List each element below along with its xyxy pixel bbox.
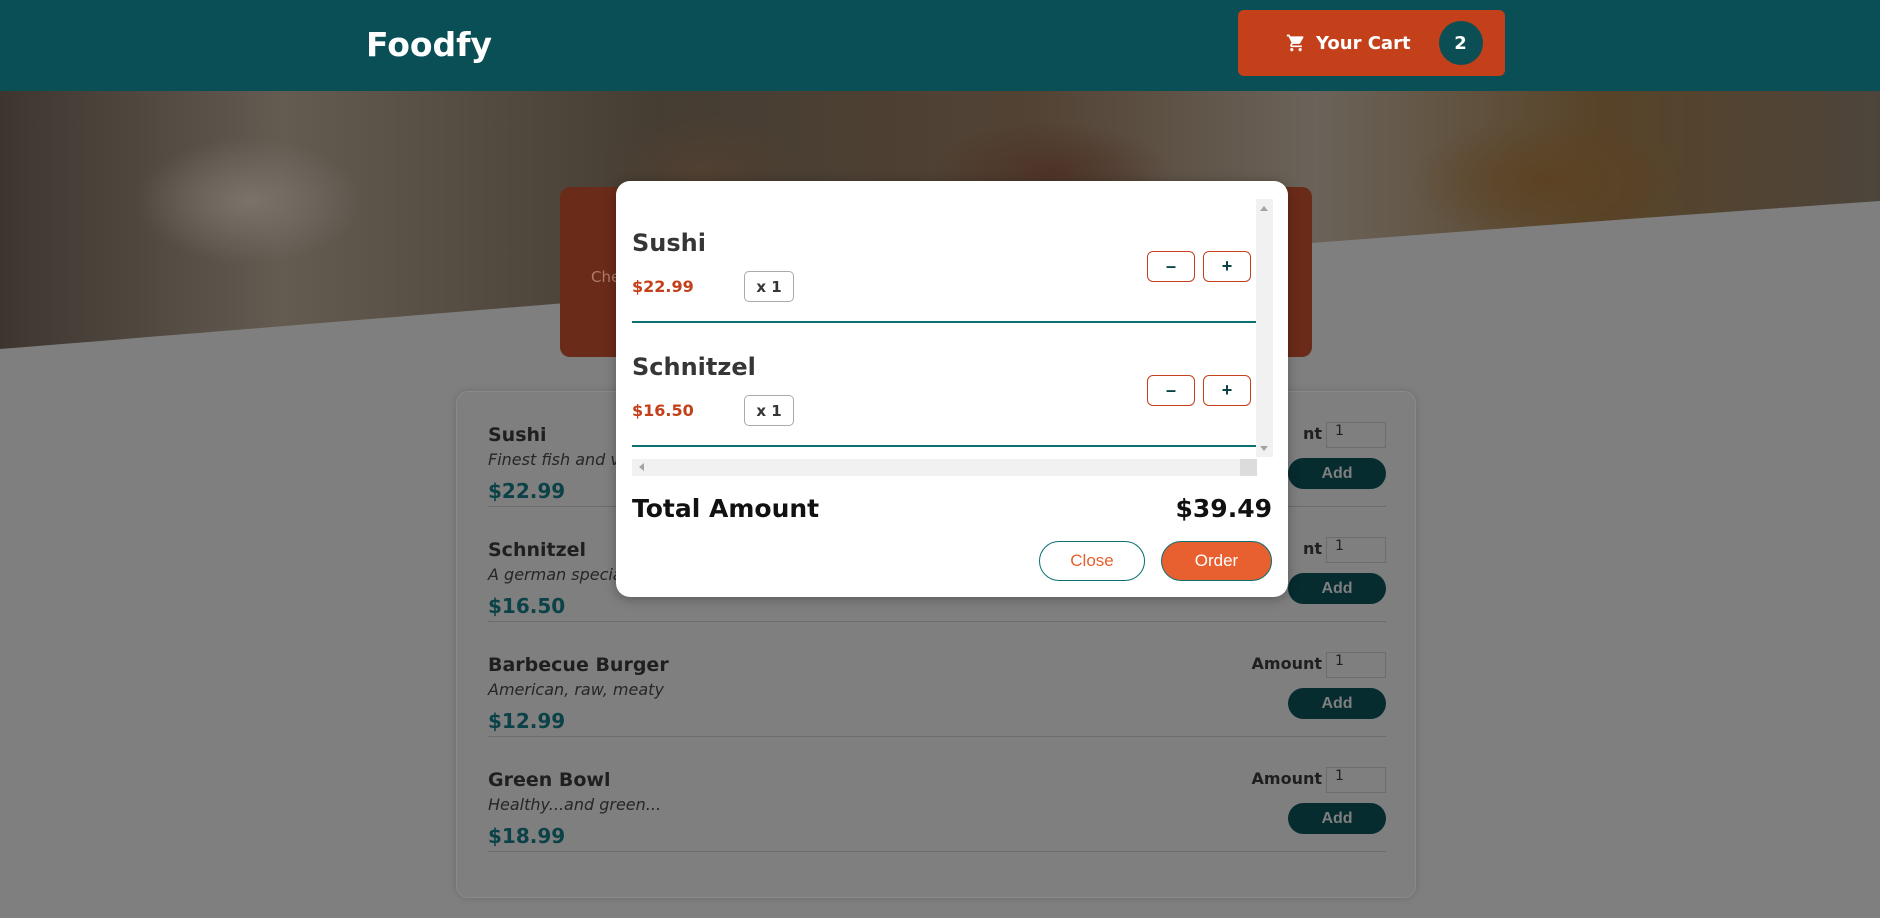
increase-quantity-button[interactable]: + xyxy=(1203,375,1251,406)
cart-item-quantity: x 1 xyxy=(744,271,794,302)
order-button[interactable]: Order xyxy=(1161,541,1272,581)
cart-item-price: $22.99 xyxy=(632,277,694,296)
meal-price: $18.99 xyxy=(488,824,566,848)
meal-name: Sushi xyxy=(488,424,547,446)
add-button[interactable]: Add xyxy=(1288,688,1386,719)
meal-description: A german specia xyxy=(488,565,623,584)
cart-items-list: Sushi $22.99 x 1 – + Schnitzel $16.50 x … xyxy=(632,199,1256,456)
add-button[interactable]: Add xyxy=(1288,803,1386,834)
cart-item-quantity: x 1 xyxy=(744,395,794,426)
app-header: Foodfy Your Cart 2 xyxy=(0,0,1880,91)
meal-price: $16.50 xyxy=(488,594,566,618)
amount-input[interactable]: 1 xyxy=(1326,422,1386,448)
cart-item-name: Schnitzel xyxy=(632,353,756,381)
list-item: Barbecue Burger American, raw, meaty $12… xyxy=(488,622,1386,737)
amount-label: nt xyxy=(1302,539,1322,558)
cart-label: Your Cart xyxy=(1316,32,1411,54)
brand-logo: Foodfy xyxy=(366,25,493,64)
scroll-up-arrow-icon[interactable] xyxy=(1260,206,1268,211)
amount-input[interactable]: 1 xyxy=(1326,652,1386,678)
cart-modal: Sushi $22.99 x 1 – + Schnitzel $16.50 x … xyxy=(616,181,1288,597)
cart-item-name: Sushi xyxy=(632,229,706,257)
cart-items-scroll-area[interactable]: Sushi $22.99 x 1 – + Schnitzel $16.50 x … xyxy=(632,199,1273,457)
decrease-quantity-button[interactable]: – xyxy=(1147,251,1195,282)
meal-name: Barbecue Burger xyxy=(488,654,669,676)
add-button[interactable]: Add xyxy=(1288,573,1386,604)
total-amount-value: $39.49 xyxy=(1175,494,1272,523)
decrease-quantity-button[interactable]: – xyxy=(1147,375,1195,406)
amount-input[interactable]: 1 xyxy=(1326,537,1386,563)
list-item: Green Bowl Healthy...and green... $18.99… xyxy=(488,737,1386,852)
scroll-left-arrow-icon[interactable] xyxy=(639,463,644,471)
meal-description: American, raw, meaty xyxy=(488,680,664,699)
amount-input[interactable]: 1 xyxy=(1326,767,1386,793)
meal-description: Finest fish and ve xyxy=(488,450,630,469)
meal-description: Healthy...and green... xyxy=(488,795,662,814)
total-amount-label: Total Amount xyxy=(632,494,820,523)
meal-name: Schnitzel xyxy=(488,539,587,561)
cart-item: Sushi $22.99 x 1 – + xyxy=(632,199,1256,323)
cart-item: Schnitzel $16.50 x 1 – + xyxy=(632,323,1256,447)
scroll-down-arrow-icon[interactable] xyxy=(1260,446,1268,451)
add-button[interactable]: Add xyxy=(1288,458,1386,489)
increase-quantity-button[interactable]: + xyxy=(1203,251,1251,282)
meal-price: $12.99 xyxy=(488,709,566,733)
horizontal-scrollbar[interactable] xyxy=(632,459,1257,476)
meal-name: Green Bowl xyxy=(488,769,611,791)
vertical-scrollbar[interactable] xyxy=(1256,199,1273,457)
meal-price: $22.99 xyxy=(488,479,566,503)
cart-count-badge: 2 xyxy=(1438,21,1483,65)
cart-button[interactable]: Your Cart 2 xyxy=(1238,10,1505,76)
amount-label: nt xyxy=(1302,424,1322,443)
close-button[interactable]: Close xyxy=(1039,541,1145,581)
cart-icon xyxy=(1286,33,1306,53)
amount-label: Amount xyxy=(1251,769,1322,788)
cart-item-price: $16.50 xyxy=(632,401,694,420)
scrollbar-corner xyxy=(1240,459,1257,476)
amount-label: Amount xyxy=(1251,654,1322,673)
